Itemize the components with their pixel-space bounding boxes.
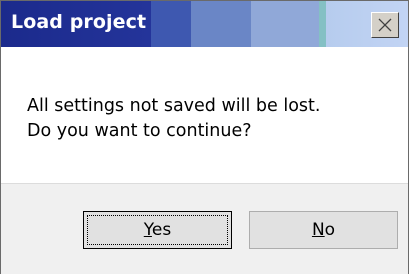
no-button-label: No xyxy=(312,220,335,240)
close-button[interactable] xyxy=(371,12,399,38)
message-text: All settings not saved will be lost. Do … xyxy=(27,94,320,144)
message-line-2: Do you want to continue? xyxy=(27,121,252,141)
yes-label-rest: es xyxy=(151,220,172,240)
yes-button-label: Yes xyxy=(144,220,171,240)
yes-button[interactable]: Yes xyxy=(83,211,232,249)
no-accelerator: N xyxy=(311,220,325,240)
no-button[interactable]: No xyxy=(249,211,398,249)
message-line-1: All settings not saved will be lost. xyxy=(27,96,321,116)
title-bar[interactable]: Load project xyxy=(1,1,408,47)
load-project-dialog: Load project All settings not saved will… xyxy=(0,0,409,274)
dialog-title: Load project xyxy=(11,11,147,33)
no-label-rest: o xyxy=(324,220,336,240)
button-bar: Yes No xyxy=(1,183,408,274)
close-icon xyxy=(378,18,392,32)
message-area: All settings not saved will be lost. Do … xyxy=(1,48,408,183)
yes-accelerator: Y xyxy=(143,220,152,240)
